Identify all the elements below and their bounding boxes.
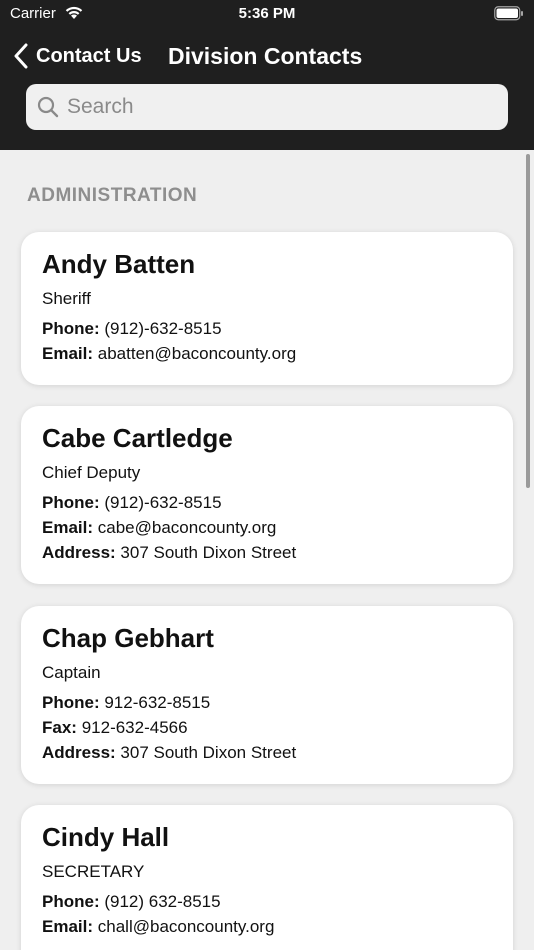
contact-address[interactable]: Address: 307 South Dixon Street [42,740,492,765]
field-value: 307 South Dixon Street [120,543,297,562]
field-label: Phone: [42,693,100,712]
contact-fax[interactable]: Fax: 912-632-4566 [42,715,492,740]
battery-icon [494,6,524,26]
contact-address[interactable]: Address: 307 South Dixon Street [42,540,492,565]
contact-card-cabe-cartledge[interactable]: Cabe Cartledge Chief Deputy Phone: (912)… [21,406,513,584]
contact-name: Chap Gebhart [42,623,214,653]
field-value: (912)-632-8515 [104,319,222,338]
field-label: Email: [42,917,94,936]
field-label: Address: [42,543,116,562]
contact-phone[interactable]: Phone: (912) 632-8515 [42,889,492,914]
field-value: abatten@baconcounty.org [97,344,297,363]
navigation-bar: Contact Us Division Contacts [0,36,534,76]
contact-email[interactable]: Email: chall@baconcounty.org [42,914,492,939]
clock: 5:36 PM [238,5,296,22]
search-icon [37,96,59,118]
search-bar[interactable] [26,84,508,130]
field-value: cabe@baconcounty.org [97,518,277,537]
status-bar: Carrier 5:36 PM [0,0,534,28]
contacts-list[interactable]: ADMINISTRATION Andy Batten Sheriff Phone… [0,150,534,950]
field-label: Address: [42,743,116,762]
contact-name: Cabe Cartledge [42,423,233,453]
field-value: (912) 632-8515 [104,892,221,911]
search-input[interactable] [67,95,487,119]
contact-name: Andy Batten [42,249,196,279]
contact-card-chap-gebhart[interactable]: Chap Gebhart Captain Phone: 912-632-8515… [21,606,513,784]
contact-phone[interactable]: Phone: (912)-632-8515 [42,490,492,515]
contact-card-cindy-hall[interactable]: Cindy Hall SECRETARY Phone: (912) 632-85… [21,805,513,950]
scrollbar[interactable] [526,154,530,488]
contact-card-andy-batten[interactable]: Andy Batten Sheriff Phone: (912)-632-851… [21,232,513,385]
field-value: chall@baconcounty.org [97,917,275,936]
contact-title: Captain [42,663,101,682]
section-header: ADMINISTRATION [27,185,198,206]
page-title: Division Contacts [168,43,363,69]
field-value: (912)-632-8515 [104,493,222,512]
field-label: Phone: [42,892,100,911]
field-label: Email: [42,344,94,363]
contact-email[interactable]: Email: cabe@baconcounty.org [42,515,492,540]
field-value: 912-632-8515 [104,693,211,712]
field-label: Phone: [42,319,100,338]
chevron-left-icon [14,43,28,69]
top-header: Carrier 5:36 PM Contact Us Division Cont… [0,0,534,150]
contact-name: Cindy Hall [42,822,170,852]
contact-phone[interactable]: Phone: 912-632-8515 [42,690,492,715]
field-label: Email: [42,518,94,537]
field-label: Fax: [42,718,77,737]
back-button[interactable]: Contact Us [14,40,142,72]
field-value: 912-632-4566 [81,718,188,737]
field-value: 307 South Dixon Street [120,743,297,762]
contact-title: Chief Deputy [42,463,141,482]
contact-email[interactable]: Email: abatten@baconcounty.org [42,341,492,366]
contact-title: Sheriff [42,289,91,308]
back-button-label: Contact Us [36,44,142,67]
contact-phone[interactable]: Phone: (912)-632-8515 [42,316,492,341]
field-label: Phone: [42,493,100,512]
contact-title: SECRETARY [42,862,145,881]
